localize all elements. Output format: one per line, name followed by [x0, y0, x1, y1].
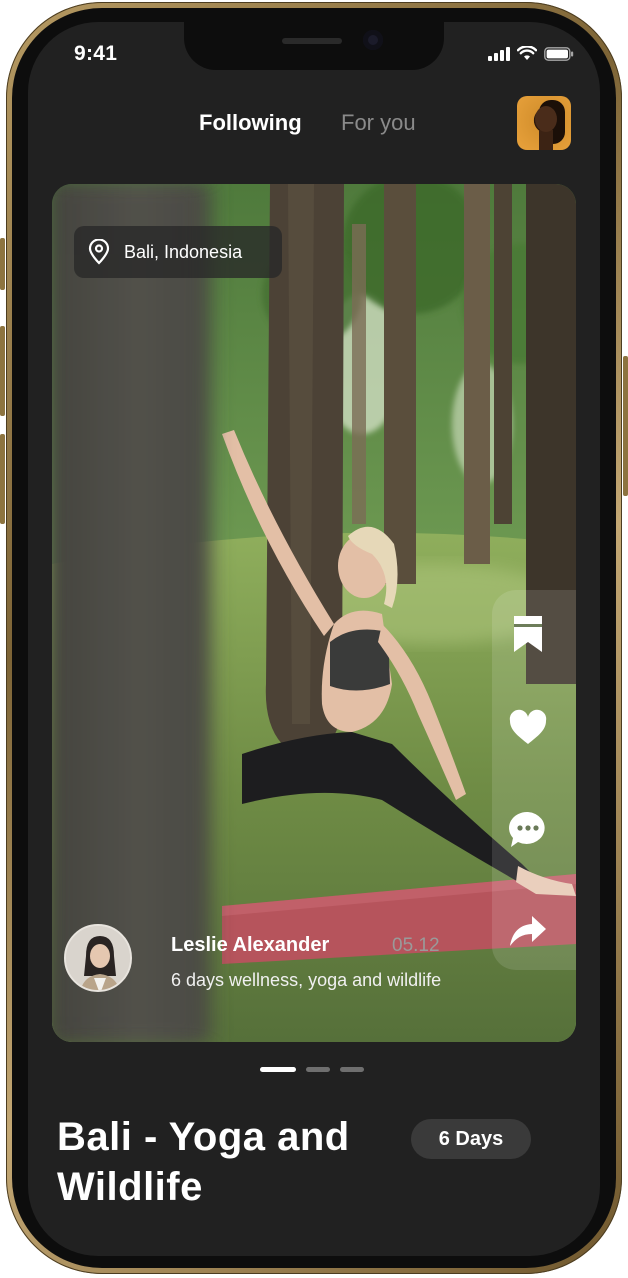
bookmark-icon[interactable] — [508, 614, 548, 654]
pagination-dot[interactable] — [306, 1067, 330, 1072]
action-rail — [492, 590, 576, 970]
profile-avatar[interactable] — [517, 96, 571, 150]
post-caption: 6 days wellness, yoga and wildlife — [171, 970, 442, 990]
tab-following[interactable]: Following — [199, 110, 302, 136]
cellular-signal-icon — [488, 46, 510, 61]
pagination-dots — [260, 1067, 364, 1072]
duration-badge: 6 Days — [411, 1119, 531, 1159]
wifi-icon — [517, 46, 537, 60]
location-badge[interactable]: Bali, Indonesia — [74, 226, 282, 278]
app-screen: 9:41 Following For you Bali, Indonesia L… — [28, 22, 600, 1256]
author-name[interactable]: Leslie Alexander — [171, 934, 329, 957]
location-label: Bali, Indonesia — [124, 241, 243, 262]
location-pin-icon — [88, 239, 110, 265]
power-button — [623, 356, 628, 496]
trip-title: Bali - Yoga and Wildlife — [57, 1115, 350, 1209]
status-time: 9:41 — [74, 42, 118, 65]
heart-icon[interactable] — [508, 708, 548, 748]
volume-up-button — [0, 326, 5, 416]
earpiece-speaker — [282, 38, 342, 44]
share-icon[interactable] — [508, 912, 548, 952]
battery-icon — [544, 46, 574, 61]
pagination-dot-active[interactable] — [260, 1067, 296, 1072]
mute-switch — [0, 238, 5, 290]
status-icons — [488, 46, 574, 61]
notch — [184, 22, 444, 70]
volume-down-button — [0, 434, 5, 524]
tab-for-you[interactable]: For you — [341, 110, 416, 136]
front-camera — [363, 30, 383, 50]
pagination-dot[interactable] — [340, 1067, 364, 1072]
post-date: 05.12 — [392, 935, 440, 956]
post-card[interactable]: Bali, Indonesia Leslie Alexander 05.12 6… — [52, 184, 576, 1042]
author-avatar[interactable] — [64, 924, 132, 992]
comment-icon[interactable] — [508, 810, 548, 850]
